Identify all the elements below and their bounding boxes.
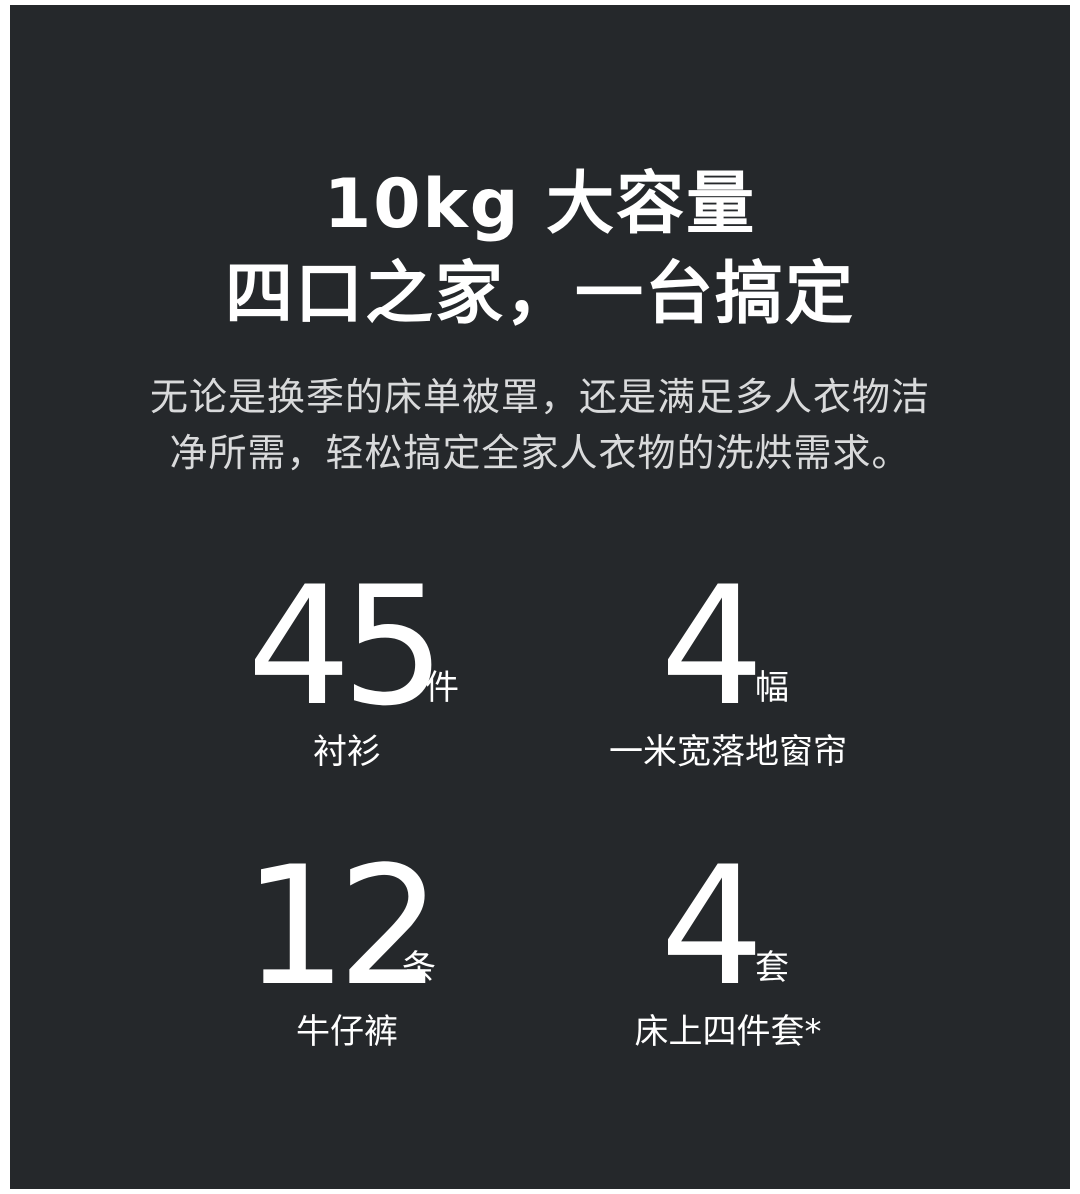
- stat-unit: 幅: [755, 668, 789, 708]
- stat-unit: 条: [402, 948, 436, 988]
- stat-number-row: 45 件: [147, 551, 547, 742]
- stat-unit: 套: [755, 948, 789, 988]
- stat-number-row: 12 条: [147, 845, 547, 1009]
- stat-number-row: 4 幅: [528, 551, 928, 742]
- headline-capacity: 10kg 大容量: [323, 165, 757, 244]
- stat-number-row: 4 套: [528, 831, 928, 1022]
- stat-number: 4: [660, 551, 764, 742]
- stat-label: 床上四件套*: [634, 1012, 822, 1052]
- stat-number: 45: [247, 551, 446, 742]
- stat-unit: 件: [425, 668, 459, 708]
- stat-label: 衬衫: [313, 732, 381, 772]
- headline-tagline: 四口之家，一台搞定: [224, 255, 855, 334]
- stat-label: 一米宽落地窗帘: [609, 732, 847, 772]
- capacity-panel: 10kg 大容量 四口之家，一台搞定 无论是换季的床单被罩，还是满足多人衣物洁 …: [10, 5, 1070, 1189]
- description-line-2: 净所需，轻松搞定全家人衣物的洗烘需求。: [169, 431, 911, 475]
- stat-number: 4: [660, 831, 764, 1022]
- stat-label: 牛仔裤: [296, 1012, 398, 1052]
- description-line-1: 无论是换季的床单被罩，还是满足多人衣物洁: [149, 375, 930, 419]
